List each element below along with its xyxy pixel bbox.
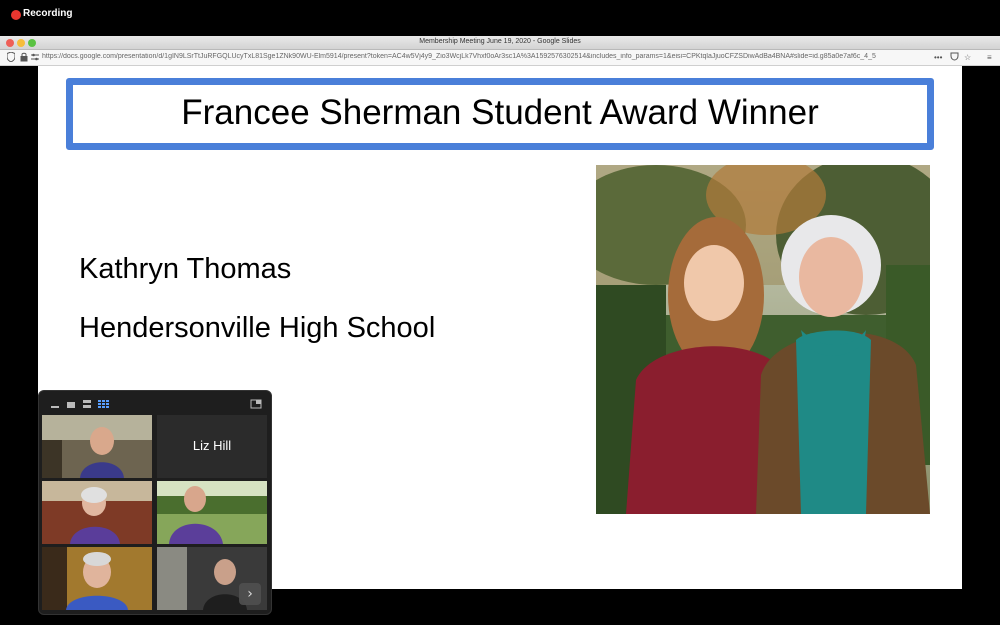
next-page-button[interactable]: › [239, 583, 261, 605]
url-bar: https://docs.google.com/presentation/d/1… [0, 50, 1000, 66]
slide-title-box: Francee Sherman Student Award Winner [66, 78, 934, 150]
recording-label: Recording [23, 8, 73, 19]
lock-icon[interactable] [20, 52, 28, 66]
participant-name: Liz Hill [192, 438, 232, 453]
shield-icon[interactable] [6, 51, 16, 66]
slide-title: Francee Sherman Student Award Winner [181, 93, 819, 132]
chevron-right-icon: › [247, 586, 253, 602]
exit-minimize-icon[interactable] [250, 396, 262, 409]
menu-icon[interactable]: ≡ [987, 52, 992, 64]
minimize-view-icon[interactable] [49, 396, 61, 408]
winner-name: Kathryn Thomas [79, 253, 292, 285]
video-gallery-panel: Liz Hill › [38, 390, 272, 615]
winner-photo [596, 165, 930, 514]
site-permissions-icon[interactable] [31, 52, 39, 66]
window-title: Membership Meeting June 19, 2020 - Googl… [419, 38, 581, 45]
speaker-view-icon[interactable] [65, 396, 77, 408]
participant-video-tile[interactable] [42, 481, 152, 544]
participant-video-tile[interactable] [42, 415, 152, 478]
more-actions-icon[interactable]: ••• [934, 52, 942, 64]
url-input[interactable]: https://docs.google.com/presentation/d/1… [42, 53, 922, 60]
gallery-view-icon[interactable] [97, 396, 109, 408]
participant-video-tile[interactable] [42, 547, 152, 610]
gallery-toolbar [39, 391, 271, 413]
participant-video-tile[interactable]: Liz Hill [157, 415, 267, 478]
window-titlebar: Membership Meeting June 19, 2020 - Googl… [0, 36, 1000, 50]
record-dot-icon [11, 10, 21, 20]
strip-view-icon[interactable] [81, 396, 93, 408]
participant-video-tile[interactable] [157, 481, 267, 544]
school-name: Hendersonville High School [79, 312, 436, 344]
recording-bar: Recording [0, 0, 1000, 36]
pocket-icon[interactable] [950, 52, 959, 65]
bookmark-star-icon[interactable]: ☆ [964, 52, 971, 64]
